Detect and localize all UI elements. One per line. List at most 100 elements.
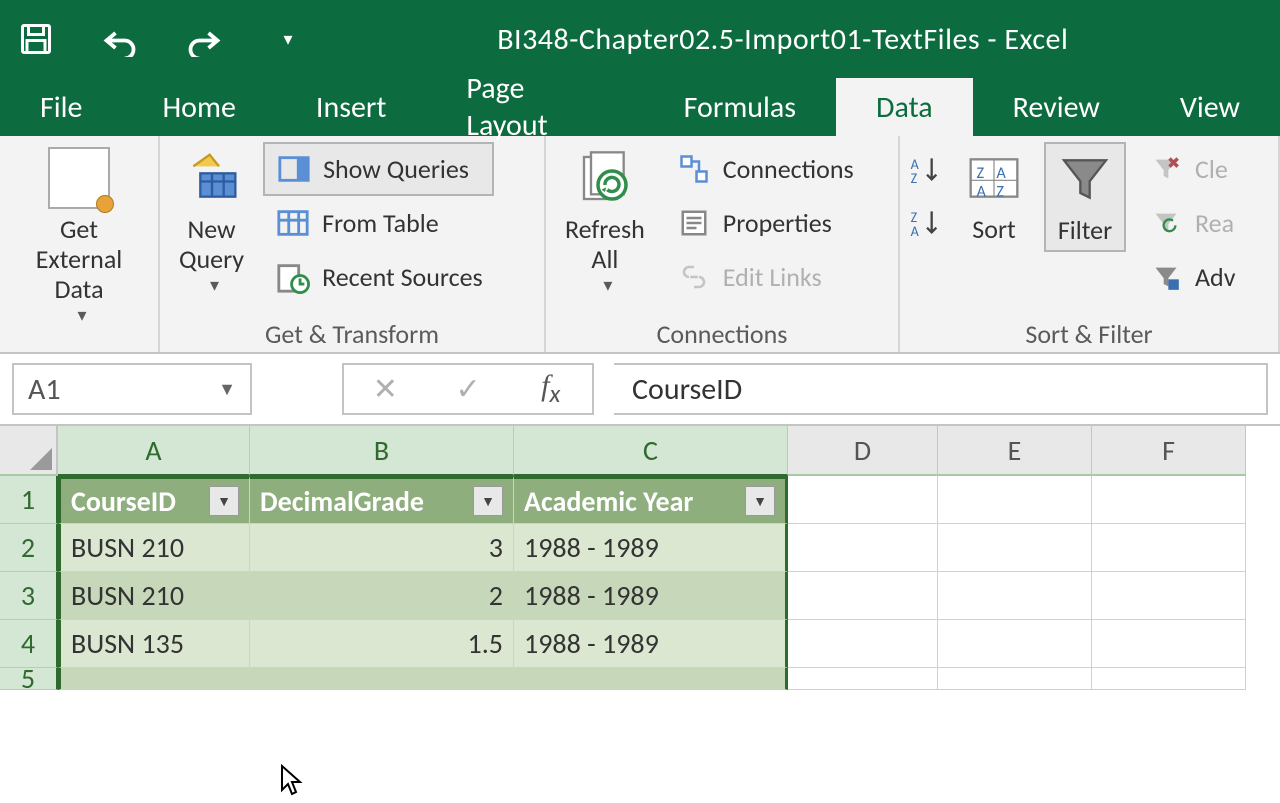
svg-text:Z: Z bbox=[911, 170, 918, 184]
table-row: 1 CourseID ▼ DecimalGrade ▼ Academic Yea… bbox=[0, 476, 1280, 524]
filter-dropdown-icon[interactable]: ▼ bbox=[473, 486, 503, 516]
col-header-F[interactable]: F bbox=[1092, 426, 1246, 476]
name-box[interactable]: A1 ▼ bbox=[12, 363, 252, 415]
cell[interactable]: 2 bbox=[250, 572, 514, 620]
title-bar: ▾ BI348-Chapter02.5-Import01-TextFiles -… bbox=[0, 0, 1280, 78]
properties-icon bbox=[675, 204, 713, 242]
row-header[interactable]: 1 bbox=[0, 476, 58, 524]
cell[interactable] bbox=[788, 524, 938, 572]
tab-insert[interactable]: Insert bbox=[276, 78, 427, 136]
svg-text:Z: Z bbox=[996, 182, 1004, 202]
cancel-formula-icon: ✕ bbox=[344, 371, 427, 408]
funnel-advanced-icon bbox=[1147, 258, 1185, 296]
cell[interactable] bbox=[788, 476, 938, 524]
link-icon bbox=[675, 258, 713, 296]
properties-button[interactable]: Properties bbox=[664, 196, 865, 250]
from-table-button[interactable]: From Table bbox=[263, 196, 494, 250]
cell[interactable]: BUSN 210 bbox=[58, 572, 250, 620]
chevron-down-icon[interactable]: ▼ bbox=[218, 378, 236, 400]
row-header[interactable]: 5 bbox=[0, 668, 58, 690]
tab-home[interactable]: Home bbox=[122, 78, 275, 136]
redo-icon[interactable] bbox=[182, 17, 226, 61]
cell[interactable]: 1988 - 1989 bbox=[514, 620, 788, 668]
cell[interactable] bbox=[788, 620, 938, 668]
table-header-cell[interactable]: Academic Year ▼ bbox=[514, 476, 788, 524]
formula-buttons: ✕ ✓ fx bbox=[342, 363, 594, 415]
filter-dropdown-icon[interactable]: ▼ bbox=[745, 486, 775, 516]
cell[interactable]: BUSN 210 bbox=[58, 524, 250, 572]
group-caption: Get & Transform bbox=[160, 318, 544, 350]
cell[interactable]: 1988 - 1989 bbox=[514, 524, 788, 572]
sort-icon: ZAAZ bbox=[963, 147, 1025, 209]
tab-page-layout[interactable]: Page Layout bbox=[426, 78, 643, 136]
filter-button[interactable]: Filter bbox=[1044, 142, 1126, 252]
tab-view[interactable]: View bbox=[1140, 78, 1280, 136]
connections-button[interactable]: Connections bbox=[664, 142, 865, 196]
funnel-reapply-icon bbox=[1147, 204, 1185, 242]
get-external-data-button[interactable]: Get External Data bbox=[10, 142, 148, 330]
new-query-button[interactable]: New Query bbox=[170, 142, 253, 300]
formula-bar: A1 ▼ ✕ ✓ fx CourseID bbox=[0, 354, 1280, 426]
table-row: 3 BUSN 210 2 1988 - 1989 bbox=[0, 572, 1280, 620]
formula-input[interactable]: CourseID bbox=[614, 363, 1268, 415]
connections-icon bbox=[675, 150, 713, 188]
undo-icon[interactable] bbox=[98, 17, 142, 61]
cell[interactable]: 1.5 bbox=[250, 620, 514, 668]
col-header-C[interactable]: C bbox=[514, 426, 788, 476]
cell[interactable]: 1988 - 1989 bbox=[514, 572, 788, 620]
cell[interactable] bbox=[514, 668, 788, 690]
cell[interactable] bbox=[58, 668, 250, 690]
cell[interactable] bbox=[1092, 620, 1246, 668]
cell[interactable] bbox=[250, 668, 514, 690]
cell[interactable] bbox=[938, 524, 1092, 572]
qat-customize-icon[interactable]: ▾ bbox=[266, 17, 310, 61]
group-connections: Refresh All Connections Properties Edit … bbox=[546, 136, 900, 352]
cell[interactable] bbox=[1092, 524, 1246, 572]
funnel-clear-icon bbox=[1147, 150, 1185, 188]
show-queries-button[interactable]: Show Queries bbox=[263, 142, 494, 196]
ribbon-tabs: File Home Insert Page Layout Formulas Da… bbox=[0, 78, 1280, 136]
col-header-B[interactable]: B bbox=[250, 426, 514, 476]
worksheet-grid[interactable]: A B C D E F 1 CourseID ▼ DecimalGrade ▼ … bbox=[0, 426, 1280, 690]
row-header[interactable]: 3 bbox=[0, 572, 58, 620]
cell[interactable] bbox=[938, 476, 1092, 524]
select-all-corner[interactable] bbox=[0, 426, 58, 476]
mouse-cursor-icon bbox=[280, 764, 304, 803]
insert-function-button[interactable]: fx bbox=[509, 369, 592, 409]
advanced-filter-button[interactable]: Adv bbox=[1136, 250, 1246, 304]
cell[interactable] bbox=[938, 572, 1092, 620]
table-header-cell[interactable]: DecimalGrade ▼ bbox=[250, 476, 514, 524]
tab-file[interactable]: File bbox=[0, 78, 122, 136]
filter-dropdown-icon[interactable]: ▼ bbox=[209, 486, 239, 516]
tab-data[interactable]: Data bbox=[836, 78, 973, 136]
recent-sources-button[interactable]: Recent Sources bbox=[263, 250, 494, 304]
row-header[interactable]: 2 bbox=[0, 524, 58, 572]
table-icon bbox=[274, 204, 312, 242]
tab-formulas[interactable]: Formulas bbox=[644, 78, 836, 136]
sort-button[interactable]: ZAAZ Sort bbox=[954, 142, 1034, 250]
col-header-A[interactable]: A bbox=[58, 426, 250, 476]
sort-desc-button[interactable]: ZA bbox=[910, 209, 944, 242]
enter-formula-icon: ✓ bbox=[427, 371, 510, 408]
group-external-data: Get External Data bbox=[0, 136, 160, 352]
cell[interactable] bbox=[938, 620, 1092, 668]
cell[interactable]: BUSN 135 bbox=[58, 620, 250, 668]
row-header[interactable]: 4 bbox=[0, 620, 58, 668]
col-header-D[interactable]: D bbox=[788, 426, 938, 476]
table-header-cell[interactable]: CourseID ▼ bbox=[58, 476, 250, 524]
cell[interactable] bbox=[938, 668, 1092, 690]
sort-asc-button[interactable]: AZ bbox=[910, 156, 944, 189]
new-query-icon bbox=[181, 147, 243, 209]
cell[interactable] bbox=[1092, 476, 1246, 524]
cell[interactable]: 3 bbox=[250, 524, 514, 572]
cell[interactable] bbox=[1092, 668, 1246, 690]
cell[interactable] bbox=[1092, 572, 1246, 620]
table-row: 2 BUSN 210 3 1988 - 1989 bbox=[0, 524, 1280, 572]
cell[interactable] bbox=[788, 572, 938, 620]
group-caption: Sort & Filter bbox=[900, 318, 1278, 350]
cell[interactable] bbox=[788, 668, 938, 690]
col-header-E[interactable]: E bbox=[938, 426, 1092, 476]
save-icon[interactable] bbox=[14, 17, 58, 61]
tab-review[interactable]: Review bbox=[973, 78, 1140, 136]
refresh-all-button[interactable]: Refresh All bbox=[556, 142, 654, 300]
